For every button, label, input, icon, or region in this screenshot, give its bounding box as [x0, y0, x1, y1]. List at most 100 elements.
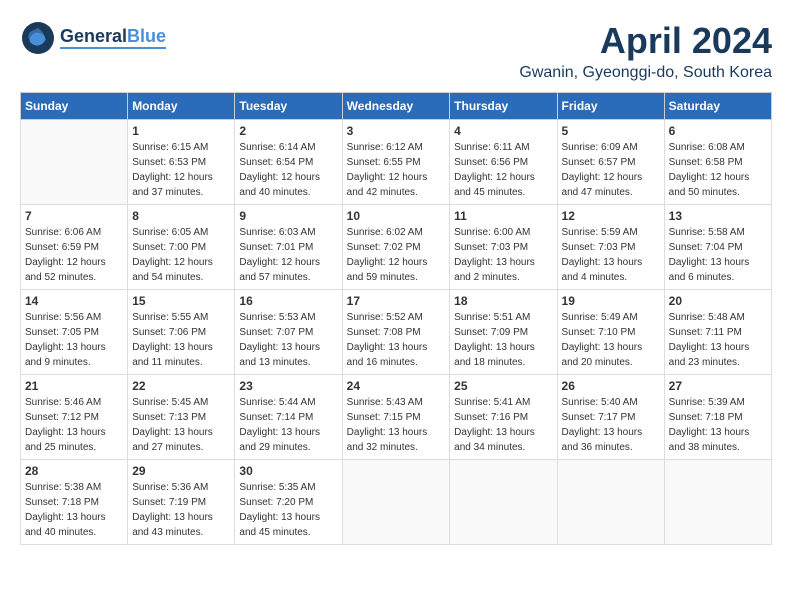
day-info: Sunrise: 6:15 AM Sunset: 6:53 PM Dayligh… — [132, 140, 230, 200]
calendar-cell: 26Sunrise: 5:40 AM Sunset: 7:17 PM Dayli… — [557, 375, 664, 460]
day-info: Sunrise: 6:06 AM Sunset: 6:59 PM Dayligh… — [25, 225, 123, 285]
title-area: April 2024 Gwanin, Gyeonggi-do, South Ko… — [519, 20, 772, 82]
calendar-cell: 3 Sunrise: 6:12 AM Sunset: 6:55 PM Daylig… — [342, 120, 450, 205]
day-info: Sunrise: 5:55 AM Sunset: 7:06 PM Dayligh… — [132, 310, 230, 370]
calendar-cell: 24 Sunrise: 5:43 AM Sunset: 7:15 PM Dayli… — [342, 375, 450, 460]
weekday-header-saturday: Saturday — [664, 93, 771, 120]
day-info: Sunrise: 5:43 AM Sunset: 7:15 PM Dayligh… — [347, 395, 446, 455]
day-info: Sunrise: 6:08 AM Sunset: 6:58 PM Dayligh… — [669, 140, 767, 200]
day-number: 16 — [239, 294, 337, 308]
location-title: Gwanin, Gyeonggi-do, South Korea — [519, 64, 772, 82]
day-info: Sunrise: 6:12 AM Sunset: 6:55 PM Dayligh… — [347, 140, 446, 200]
page-header: GeneralBlue April 2024 Gwanin, Gyeonggi-… — [20, 20, 772, 82]
day-info: Sunrise: 6:05 AM Sunset: 7:00 PM Dayligh… — [132, 225, 230, 285]
calendar-cell — [450, 460, 557, 545]
calendar-cell: 27 Sunrise: 5:39 AM Sunset: 7:18 PM Dayli… — [664, 375, 771, 460]
day-number: 14 — [25, 294, 123, 308]
day-info: Sunrise: 5:59 AM Sunset: 7:03 PM Dayligh… — [562, 225, 660, 285]
calendar-cell: 6 Sunrise: 6:08 AM Sunset: 6:58 PM Daylig… — [664, 120, 771, 205]
day-info: Sunrise: 6:11 AM Sunset: 6:56 PM Dayligh… — [454, 140, 552, 200]
calendar-cell: 28 Sunrise: 5:38 AM Sunset: 7:18 PM Dayli… — [21, 460, 128, 545]
calendar-cell: 2 Sunrise: 6:14 AM Sunset: 6:54 PM Daylig… — [235, 120, 342, 205]
day-number: 13 — [669, 209, 767, 223]
day-info: Sunrise: 5:58 AM Sunset: 7:04 PM Dayligh… — [669, 225, 767, 285]
calendar-cell: 5 Sunrise: 6:09 AM Sunset: 6:57 PM Daylig… — [557, 120, 664, 205]
day-number: 28 — [25, 464, 123, 478]
calendar-cell: 11Sunrise: 6:00 AM Sunset: 7:03 PM Dayli… — [450, 205, 557, 290]
weekday-header-row: SundayMondayTuesdayWednesdayThursdayFrid… — [21, 93, 772, 120]
day-number: 19 — [562, 294, 660, 308]
calendar-cell: 15 Sunrise: 5:55 AM Sunset: 7:06 PM Dayli… — [128, 290, 235, 375]
day-info: Sunrise: 5:45 AM Sunset: 7:13 PM Dayligh… — [132, 395, 230, 455]
calendar-cell: 14 Sunrise: 5:56 AM Sunset: 7:05 PM Dayli… — [21, 290, 128, 375]
day-number: 3 — [347, 124, 446, 138]
day-info: Sunrise: 5:39 AM Sunset: 7:18 PM Dayligh… — [669, 395, 767, 455]
calendar-cell — [664, 460, 771, 545]
day-info: Sunrise: 6:09 AM Sunset: 6:57 PM Dayligh… — [562, 140, 660, 200]
calendar-cell: 9Sunrise: 6:03 AM Sunset: 7:01 PM Daylig… — [235, 205, 342, 290]
calendar-cell: 4Sunrise: 6:11 AM Sunset: 6:56 PM Daylig… — [450, 120, 557, 205]
calendar-cell — [21, 120, 128, 205]
day-number: 7 — [25, 209, 123, 223]
day-info: Sunrise: 6:00 AM Sunset: 7:03 PM Dayligh… — [454, 225, 552, 285]
logo: GeneralBlue — [20, 20, 166, 56]
week-row-4: 21Sunrise: 5:46 AM Sunset: 7:12 PM Dayli… — [21, 375, 772, 460]
weekday-header-friday: Friday — [557, 93, 664, 120]
day-number: 1 — [132, 124, 230, 138]
day-number: 24 — [347, 379, 446, 393]
day-number: 12 — [562, 209, 660, 223]
day-number: 21 — [25, 379, 123, 393]
day-info: Sunrise: 5:56 AM Sunset: 7:05 PM Dayligh… — [25, 310, 123, 370]
day-number: 9 — [239, 209, 337, 223]
day-number: 15 — [132, 294, 230, 308]
calendar-cell: 19 Sunrise: 5:49 AM Sunset: 7:10 PM Dayli… — [557, 290, 664, 375]
calendar-cell: 20 Sunrise: 5:48 AM Sunset: 7:11 PM Dayli… — [664, 290, 771, 375]
day-number: 17 — [347, 294, 446, 308]
calendar-cell: 10Sunrise: 6:02 AM Sunset: 7:02 PM Dayli… — [342, 205, 450, 290]
weekday-header-monday: Monday — [128, 93, 235, 120]
day-number: 29 — [132, 464, 230, 478]
day-info: Sunrise: 6:14 AM Sunset: 6:54 PM Dayligh… — [239, 140, 337, 200]
weekday-header-tuesday: Tuesday — [235, 93, 342, 120]
calendar-cell: 22 Sunrise: 5:45 AM Sunset: 7:13 PM Dayli… — [128, 375, 235, 460]
day-number: 23 — [239, 379, 337, 393]
calendar-cell: 30 Sunrise: 5:35 AM Sunset: 7:20 PM Dayli… — [235, 460, 342, 545]
day-info: Sunrise: 5:48 AM Sunset: 7:11 PM Dayligh… — [669, 310, 767, 370]
day-number: 8 — [132, 209, 230, 223]
day-info: Sunrise: 5:44 AM Sunset: 7:14 PM Dayligh… — [239, 395, 337, 455]
day-info: Sunrise: 5:35 AM Sunset: 7:20 PM Dayligh… — [239, 480, 337, 540]
day-info: Sunrise: 5:41 AM Sunset: 7:16 PM Dayligh… — [454, 395, 552, 455]
calendar-cell: 12 Sunrise: 5:59 AM Sunset: 7:03 PM Dayli… — [557, 205, 664, 290]
day-number: 2 — [239, 124, 337, 138]
calendar-cell: 18 Sunrise: 5:51 AM Sunset: 7:09 PM Dayli… — [450, 290, 557, 375]
calendar-cell: 29 Sunrise: 5:36 AM Sunset: 7:19 PM Dayli… — [128, 460, 235, 545]
day-info: Sunrise: 5:51 AM Sunset: 7:09 PM Dayligh… — [454, 310, 552, 370]
day-number: 5 — [562, 124, 660, 138]
calendar-cell — [342, 460, 450, 545]
day-number: 27 — [669, 379, 767, 393]
day-number: 22 — [132, 379, 230, 393]
week-row-3: 14 Sunrise: 5:56 AM Sunset: 7:05 PM Dayli… — [21, 290, 772, 375]
day-info: Sunrise: 5:36 AM Sunset: 7:19 PM Dayligh… — [132, 480, 230, 540]
week-row-1: 1 Sunrise: 6:15 AM Sunset: 6:53 PM Daylig… — [21, 120, 772, 205]
day-info: Sunrise: 5:49 AM Sunset: 7:10 PM Dayligh… — [562, 310, 660, 370]
day-number: 18 — [454, 294, 552, 308]
day-number: 6 — [669, 124, 767, 138]
weekday-header-thursday: Thursday — [450, 93, 557, 120]
day-info: Sunrise: 5:38 AM Sunset: 7:18 PM Dayligh… — [25, 480, 123, 540]
weekday-header-wednesday: Wednesday — [342, 93, 450, 120]
day-info: Sunrise: 5:53 AM Sunset: 7:07 PM Dayligh… — [239, 310, 337, 370]
logo-text: GeneralBlue — [60, 27, 166, 47]
calendar-cell: 1 Sunrise: 6:15 AM Sunset: 6:53 PM Daylig… — [128, 120, 235, 205]
week-row-5: 28 Sunrise: 5:38 AM Sunset: 7:18 PM Dayli… — [21, 460, 772, 545]
calendar-cell: 23 Sunrise: 5:44 AM Sunset: 7:14 PM Dayli… — [235, 375, 342, 460]
day-number: 30 — [239, 464, 337, 478]
day-number: 25 — [454, 379, 552, 393]
day-info: Sunrise: 5:52 AM Sunset: 7:08 PM Dayligh… — [347, 310, 446, 370]
weekday-header-sunday: Sunday — [21, 93, 128, 120]
day-info: Sunrise: 6:02 AM Sunset: 7:02 PM Dayligh… — [347, 225, 446, 285]
calendar-cell: 8 Sunrise: 6:05 AM Sunset: 7:00 PM Daylig… — [128, 205, 235, 290]
day-number: 20 — [669, 294, 767, 308]
calendar-cell: 13 Sunrise: 5:58 AM Sunset: 7:04 PM Dayli… — [664, 205, 771, 290]
calendar-cell — [557, 460, 664, 545]
